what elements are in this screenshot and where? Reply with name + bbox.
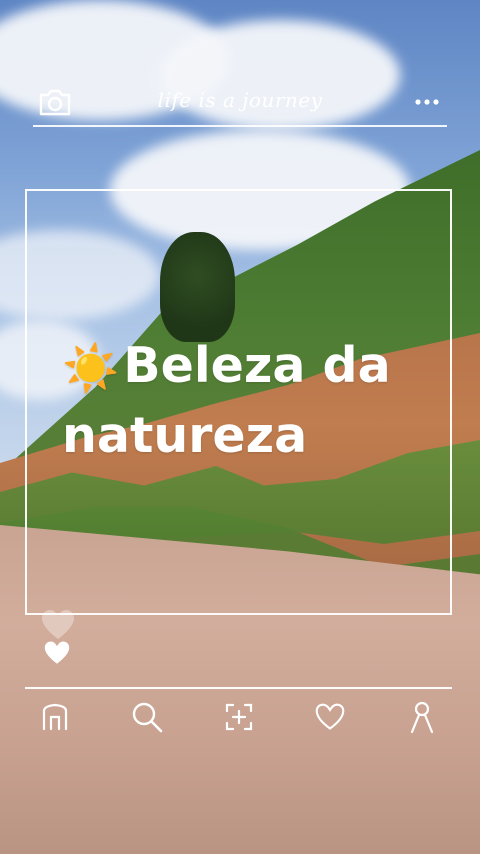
search-icon[interactable] [125, 697, 169, 737]
profile-icon[interactable] [400, 697, 444, 737]
heart-icon[interactable] [308, 697, 352, 737]
tagline: life is a journey [157, 88, 323, 112]
top-bar: life is a journey [33, 82, 447, 122]
bottom-nav [25, 695, 452, 739]
home-icon[interactable] [33, 697, 77, 737]
heart-outline-icon [40, 608, 76, 642]
bottom-divider [25, 687, 452, 689]
add-post-icon[interactable] [217, 697, 261, 737]
top-divider [33, 125, 447, 127]
caption-line-2: natureza [62, 407, 308, 464]
heart-filled-icon[interactable] [43, 640, 71, 666]
sun-emoji: ☀️ [62, 341, 120, 395]
post-caption: ☀️Beleza da natureza [62, 332, 452, 470]
caption-line-1: ☀️Beleza da [62, 332, 452, 402]
caption-text-1: Beleza da [123, 337, 391, 394]
more-dots-icon[interactable] [413, 90, 441, 114]
